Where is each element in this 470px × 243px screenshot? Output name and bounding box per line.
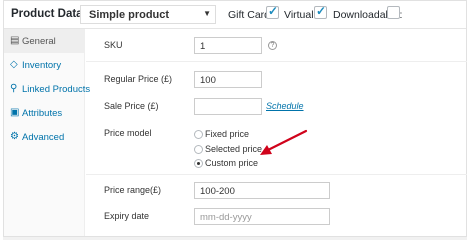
annotation-arrow-icon <box>260 129 308 155</box>
tab-label: Attributes <box>22 108 63 119</box>
gear-icon: ⚙ <box>10 131 19 142</box>
dropdown-arrow-icon: ▼ <box>203 9 211 18</box>
link-icon: ⚲ <box>10 83 18 94</box>
virtual-label: Virtual: <box>284 9 317 21</box>
virtual-checkbox[interactable]: ✓ <box>314 4 327 19</box>
product-type-select[interactable]: Simple product ▼ <box>80 5 216 24</box>
sku-row: SKU 1 ? <box>86 29 467 61</box>
checkmark-icon: ✓ <box>316 4 327 18</box>
regular-price-row: Regular Price (£) 100 <box>86 62 467 92</box>
product-type-value: Simple product <box>89 9 170 21</box>
tab-general[interactable]: ▤ General <box>4 29 85 53</box>
sale-price-input[interactable] <box>194 98 262 115</box>
wrench-icon: ▤ <box>10 35 20 46</box>
sale-price-label: Sale Price (£) <box>104 101 159 111</box>
fixed-price-radio[interactable] <box>194 130 203 139</box>
panel-footer <box>3 236 467 240</box>
help-icon[interactable]: ? <box>268 41 277 50</box>
regular-price-label: Regular Price (£) <box>104 74 173 84</box>
tab-label: General <box>22 36 56 47</box>
expiry-date-input[interactable]: mm-dd-yyyy <box>194 208 330 225</box>
price-range-label: Price range(£) <box>104 185 162 195</box>
custom-price-label: Custom price <box>205 158 259 168</box>
expiry-date-row: Expiry date mm-dd-yyyy <box>86 204 467 230</box>
price-range-row: Price range(£) 100-200 <box>86 175 467 201</box>
fixed-price-label: Fixed price <box>205 129 250 139</box>
tab-advanced[interactable]: ⚙ Advanced <box>4 125 85 149</box>
price-range-input[interactable]: 100-200 <box>194 182 330 199</box>
downloadable-checkbox[interactable] <box>387 6 400 19</box>
product-data-panel: Product Data — Simple product ▼ Gift Car… <box>3 0 467 240</box>
selected-price-radio[interactable] <box>194 145 203 154</box>
price-model-label: Price model <box>104 128 152 138</box>
tab-label: Linked Products <box>22 84 91 95</box>
regular-price-input[interactable]: 100 <box>194 71 262 88</box>
tab-inventory[interactable]: ◇ Inventory <box>4 53 85 77</box>
sku-input[interactable]: 1 <box>194 37 262 54</box>
tab-attributes[interactable]: ▣ Attributes <box>4 101 85 125</box>
schedule-link[interactable]: Schedule <box>266 101 304 111</box>
sku-label: SKU <box>104 40 123 50</box>
checkmark-icon: ✓ <box>268 4 279 18</box>
sale-price-row: Sale Price (£) Schedule <box>86 94 467 120</box>
product-data-header: Product Data — Simple product ▼ Gift Car… <box>4 1 466 29</box>
gift-card-checkbox[interactable]: ✓ <box>266 4 279 19</box>
tab-label: Inventory <box>22 60 62 71</box>
custom-price-radio[interactable] <box>194 159 203 168</box>
product-data-tabs: ▤ General ◇ Inventory ⚲ Linked Products … <box>4 29 90 240</box>
expiry-date-label: Expiry date <box>104 211 150 221</box>
tab-linked-products[interactable]: ⚲ Linked Products <box>4 77 90 101</box>
list-icon: ▣ <box>10 107 20 118</box>
inventory-icon: ◇ <box>10 59 18 70</box>
tab-label: Advanced <box>22 132 65 143</box>
